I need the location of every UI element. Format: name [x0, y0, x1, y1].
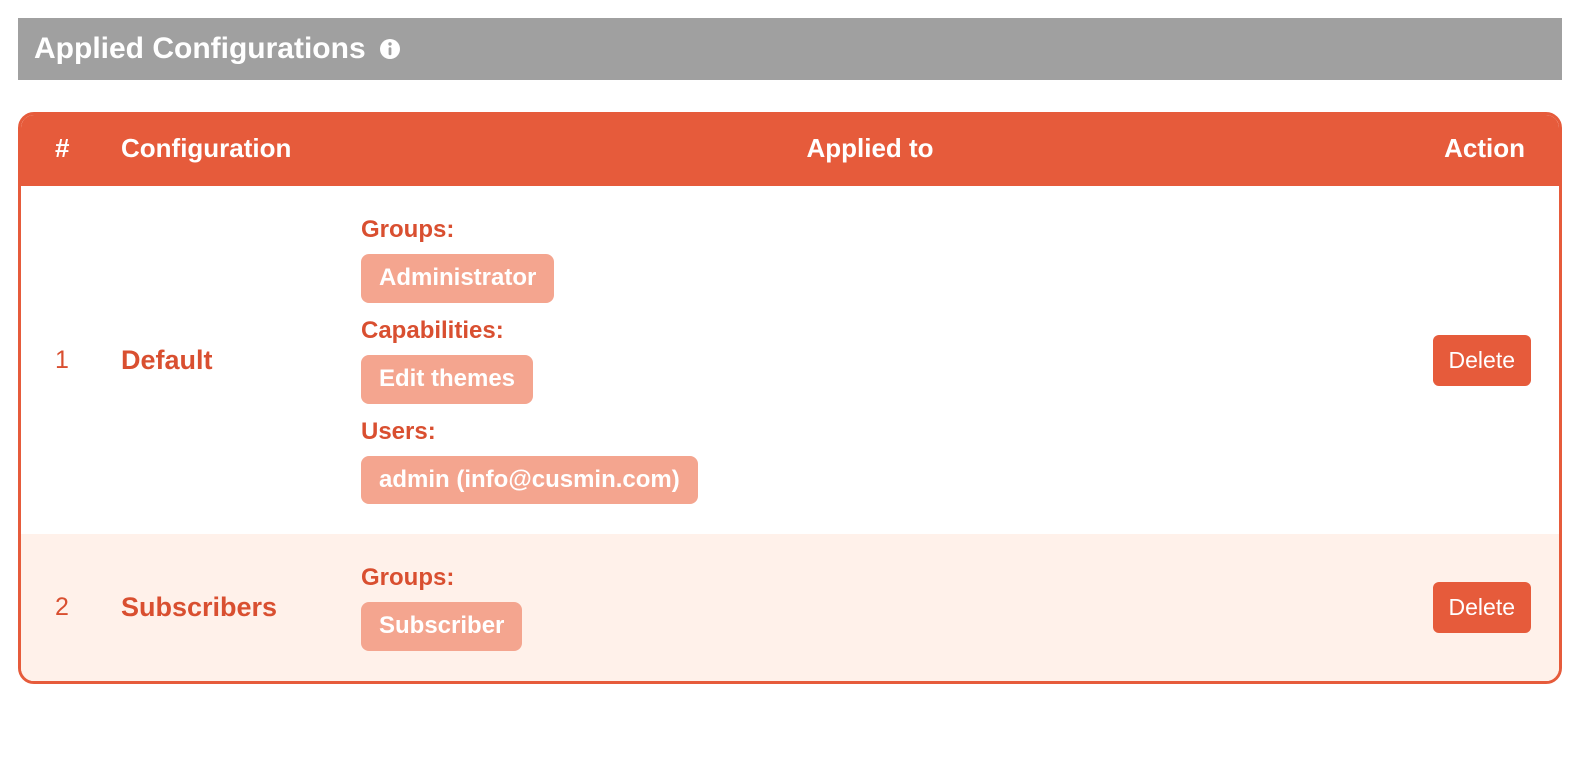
- tag[interactable]: Edit themes: [361, 355, 533, 404]
- action-cell: Delete: [1399, 534, 1559, 681]
- panel-header: Applied Configurations: [18, 18, 1562, 80]
- tag-row: Administrator: [361, 254, 1379, 303]
- tag[interactable]: Administrator: [361, 254, 554, 303]
- configurations-table: # Configuration Applied to Action 1Defau…: [21, 115, 1559, 681]
- configuration-name[interactable]: Default: [101, 186, 341, 534]
- col-header-config: Configuration: [101, 115, 341, 186]
- col-header-action: Action: [1399, 115, 1559, 186]
- table-row: 2Subscribers Groups: Subscriber Delete: [21, 534, 1559, 681]
- section-label: Groups:: [361, 216, 1379, 244]
- table-row: 1Default Groups: Administrator Capabilities…: [21, 186, 1559, 534]
- tag[interactable]: admin (info@cusmin.com): [361, 456, 698, 505]
- action-cell: Delete: [1399, 186, 1559, 534]
- delete-button[interactable]: Delete: [1433, 335, 1531, 386]
- tag-row: Subscriber: [361, 602, 1379, 651]
- panel-title: Applied Configurations: [34, 32, 366, 66]
- row-number: 2: [21, 534, 101, 681]
- section-label: Users:: [361, 418, 1379, 446]
- delete-button[interactable]: Delete: [1433, 582, 1531, 633]
- configuration-name[interactable]: Subscribers: [101, 534, 341, 681]
- row-number: 1: [21, 186, 101, 534]
- col-header-applied: Applied to: [341, 115, 1399, 186]
- col-header-num: #: [21, 115, 101, 186]
- applied-to-cell: Groups: Subscriber: [341, 534, 1399, 681]
- table-header-row: # Configuration Applied to Action: [21, 115, 1559, 186]
- section-label: Groups:: [361, 564, 1379, 592]
- tag[interactable]: Subscriber: [361, 602, 522, 651]
- info-icon[interactable]: [380, 39, 400, 59]
- configurations-table-wrap: # Configuration Applied to Action 1Defau…: [18, 112, 1562, 684]
- section-label: Capabilities:: [361, 317, 1379, 345]
- tag-row: admin (info@cusmin.com): [361, 456, 1379, 505]
- applied-to-cell: Groups: Administrator Capabilities: Edit th…: [341, 186, 1399, 534]
- tag-row: Edit themes: [361, 355, 1379, 404]
